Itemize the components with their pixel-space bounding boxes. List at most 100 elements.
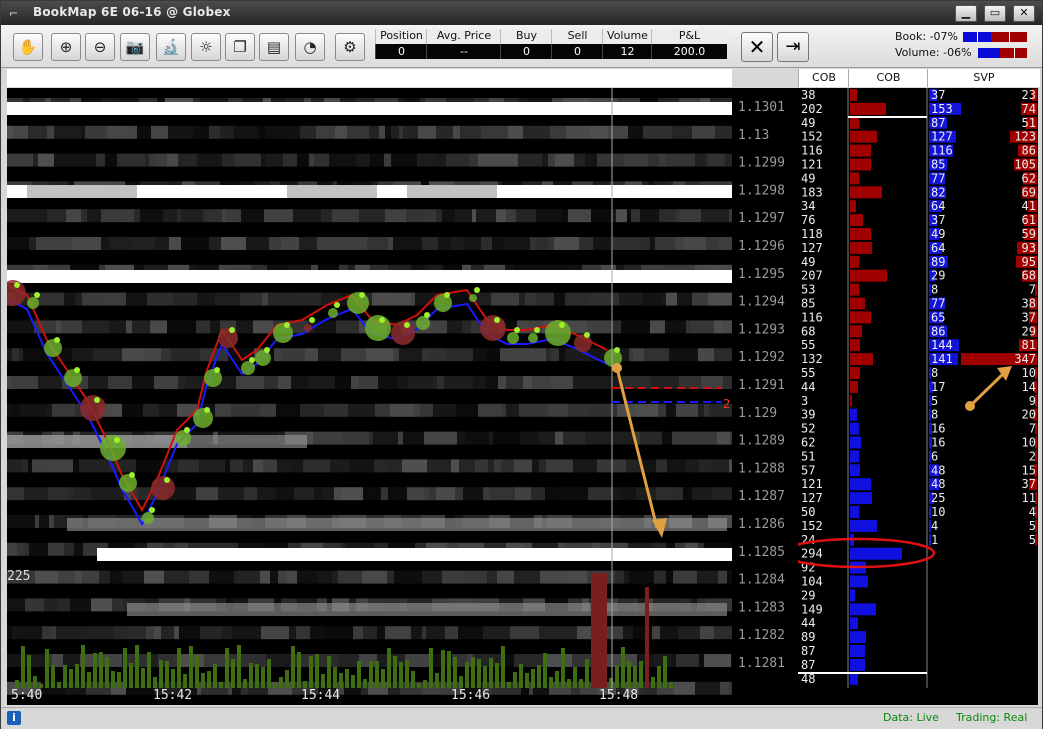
zoom-in-tool-button[interactable]: ⊕ xyxy=(51,33,81,61)
brightness-tool-button[interactable]: ☼ xyxy=(191,33,221,61)
stat-position: Position 0 xyxy=(375,29,427,63)
hand-pan-tool-button[interactable]: ✋ xyxy=(13,33,43,61)
stat-sell: Sell 0 xyxy=(551,29,603,63)
maximize-button[interactable]: ▭ xyxy=(984,5,1006,22)
svp-ask-label: 29 xyxy=(1022,324,1036,338)
svp-bid-label: 77 xyxy=(931,171,945,185)
volume-imbalance-bar xyxy=(978,48,1027,58)
cob-size-label: 44 xyxy=(801,616,815,630)
settings-button[interactable]: ⚙ xyxy=(335,33,365,61)
stat-value: -- xyxy=(426,44,501,59)
liquidity-cell xyxy=(101,237,110,250)
liquidity-cell xyxy=(451,459,459,473)
volume-bar xyxy=(189,646,193,688)
trade-bubble xyxy=(142,512,154,524)
trade-bubble xyxy=(304,324,312,332)
microscope-tool-button[interactable]: 🔬 xyxy=(156,33,186,61)
price-axis[interactable]: 1.1301 1.13 1.1299 1.1298 1.1297 1.1296 1.1295… xyxy=(732,88,798,705)
trade-bubble xyxy=(204,407,210,413)
volume-bar xyxy=(219,682,223,688)
zoom-out-tool-button[interactable]: ⊖ xyxy=(85,33,115,61)
svp-ask-label: 123 xyxy=(1014,130,1036,144)
liquidity-band xyxy=(287,185,377,198)
liquidity-cell xyxy=(79,459,108,473)
pie-chart-tool-button[interactable]: ◔ xyxy=(295,33,325,61)
liquidity-cell xyxy=(666,570,673,584)
liquidity-cell xyxy=(446,153,469,167)
stat-avgprice: Avg. Price -- xyxy=(426,29,501,63)
liquidity-cell xyxy=(666,153,695,167)
liquidity-cell xyxy=(654,570,666,584)
liquidity-cell xyxy=(566,125,590,139)
volume-bar xyxy=(231,659,235,688)
liquidity-cell xyxy=(442,209,455,223)
volume-bar xyxy=(657,666,661,688)
price-label: 1.1286 xyxy=(738,517,785,532)
liquidity-cell xyxy=(369,125,379,139)
liquidity-cell xyxy=(264,376,278,389)
liquidity-cell xyxy=(266,125,286,139)
liquidity-cell xyxy=(561,209,568,223)
liquidity-cell xyxy=(178,153,197,167)
liquidity-cell xyxy=(324,626,353,640)
order-book-ladder[interactable]: 38 202 49 152 116 121 49 183 34 76 118 127 49 207 53 85… xyxy=(780,88,1038,705)
liquidity-cell xyxy=(309,459,330,473)
liquidity-cell xyxy=(714,320,722,334)
liquidity-cell xyxy=(704,654,731,667)
trade-bubble xyxy=(129,472,135,478)
heatmap-chart[interactable]: 2 225 5:40 15:42 15:44 15:46 15:48 xyxy=(7,88,732,705)
liquidity-cell xyxy=(434,320,447,334)
cob-size-label: 51 xyxy=(801,449,815,463)
liquidity-cell xyxy=(296,292,321,306)
liquidity-cell xyxy=(359,654,377,667)
chat-tool-button[interactable]: ▤ xyxy=(259,33,289,61)
liquidity-cell xyxy=(29,237,36,250)
cob-column-header: COB xyxy=(798,69,849,87)
svp-bid-label: 17 xyxy=(931,380,945,394)
svp-ask-label: 86 xyxy=(1022,144,1036,158)
liquidity-cell xyxy=(45,376,62,389)
volume-bar xyxy=(123,648,127,688)
cob-size-label: 87 xyxy=(801,658,815,672)
svp-ask-label: 59 xyxy=(1022,227,1036,241)
liquidity-cell xyxy=(445,626,458,640)
cob-bar xyxy=(850,547,902,560)
close-window-button[interactable]: ✕ xyxy=(1013,5,1035,22)
liquidity-cell xyxy=(258,125,266,139)
liquidity-cell xyxy=(514,459,532,473)
liquidity-cell xyxy=(359,376,378,389)
liquidity-cell xyxy=(417,153,434,167)
liquidity-cell xyxy=(338,654,359,667)
cob-size-label: 121 xyxy=(801,158,823,172)
liquidity-cell xyxy=(706,237,719,250)
liquidity-cell xyxy=(481,125,508,139)
liquidity-cell xyxy=(48,542,64,556)
volume-bar xyxy=(423,680,427,688)
volume-bar xyxy=(45,649,49,688)
minimize-button[interactable]: ▁ xyxy=(955,5,977,22)
liquidity-cell xyxy=(150,320,167,334)
camera-tool-button[interactable]: 📷 xyxy=(120,33,150,61)
liquidity-cell xyxy=(73,459,79,473)
liquidity-cell xyxy=(530,237,536,250)
liquidity-cell xyxy=(436,487,455,501)
cancel-all-orders-button[interactable]: ✕ xyxy=(741,32,773,62)
liquidity-cell xyxy=(391,153,417,167)
liquidity-cell xyxy=(629,570,654,584)
trade-bubble xyxy=(365,315,391,341)
liquidity-cell xyxy=(236,320,253,334)
liquidity-cell xyxy=(222,626,232,640)
cob-size-label: 24 xyxy=(801,533,815,547)
stat-label: Sell xyxy=(551,29,603,44)
volume-bar xyxy=(237,645,241,688)
exit-position-button[interactable]: ⇥ xyxy=(777,32,809,62)
clone-tool-button[interactable]: ❐ xyxy=(225,33,255,61)
svp-bid-label: 1 xyxy=(931,533,938,547)
volume-bar xyxy=(513,672,517,688)
info-icon[interactable]: i xyxy=(7,711,21,725)
price-label: 1.1294 xyxy=(738,295,785,310)
liquidity-cell xyxy=(616,209,627,223)
cob-size-label: 132 xyxy=(801,352,823,366)
bookmap-logo-icon: ⌐ xyxy=(9,7,19,20)
svp-bid-label: 48 xyxy=(931,477,945,491)
